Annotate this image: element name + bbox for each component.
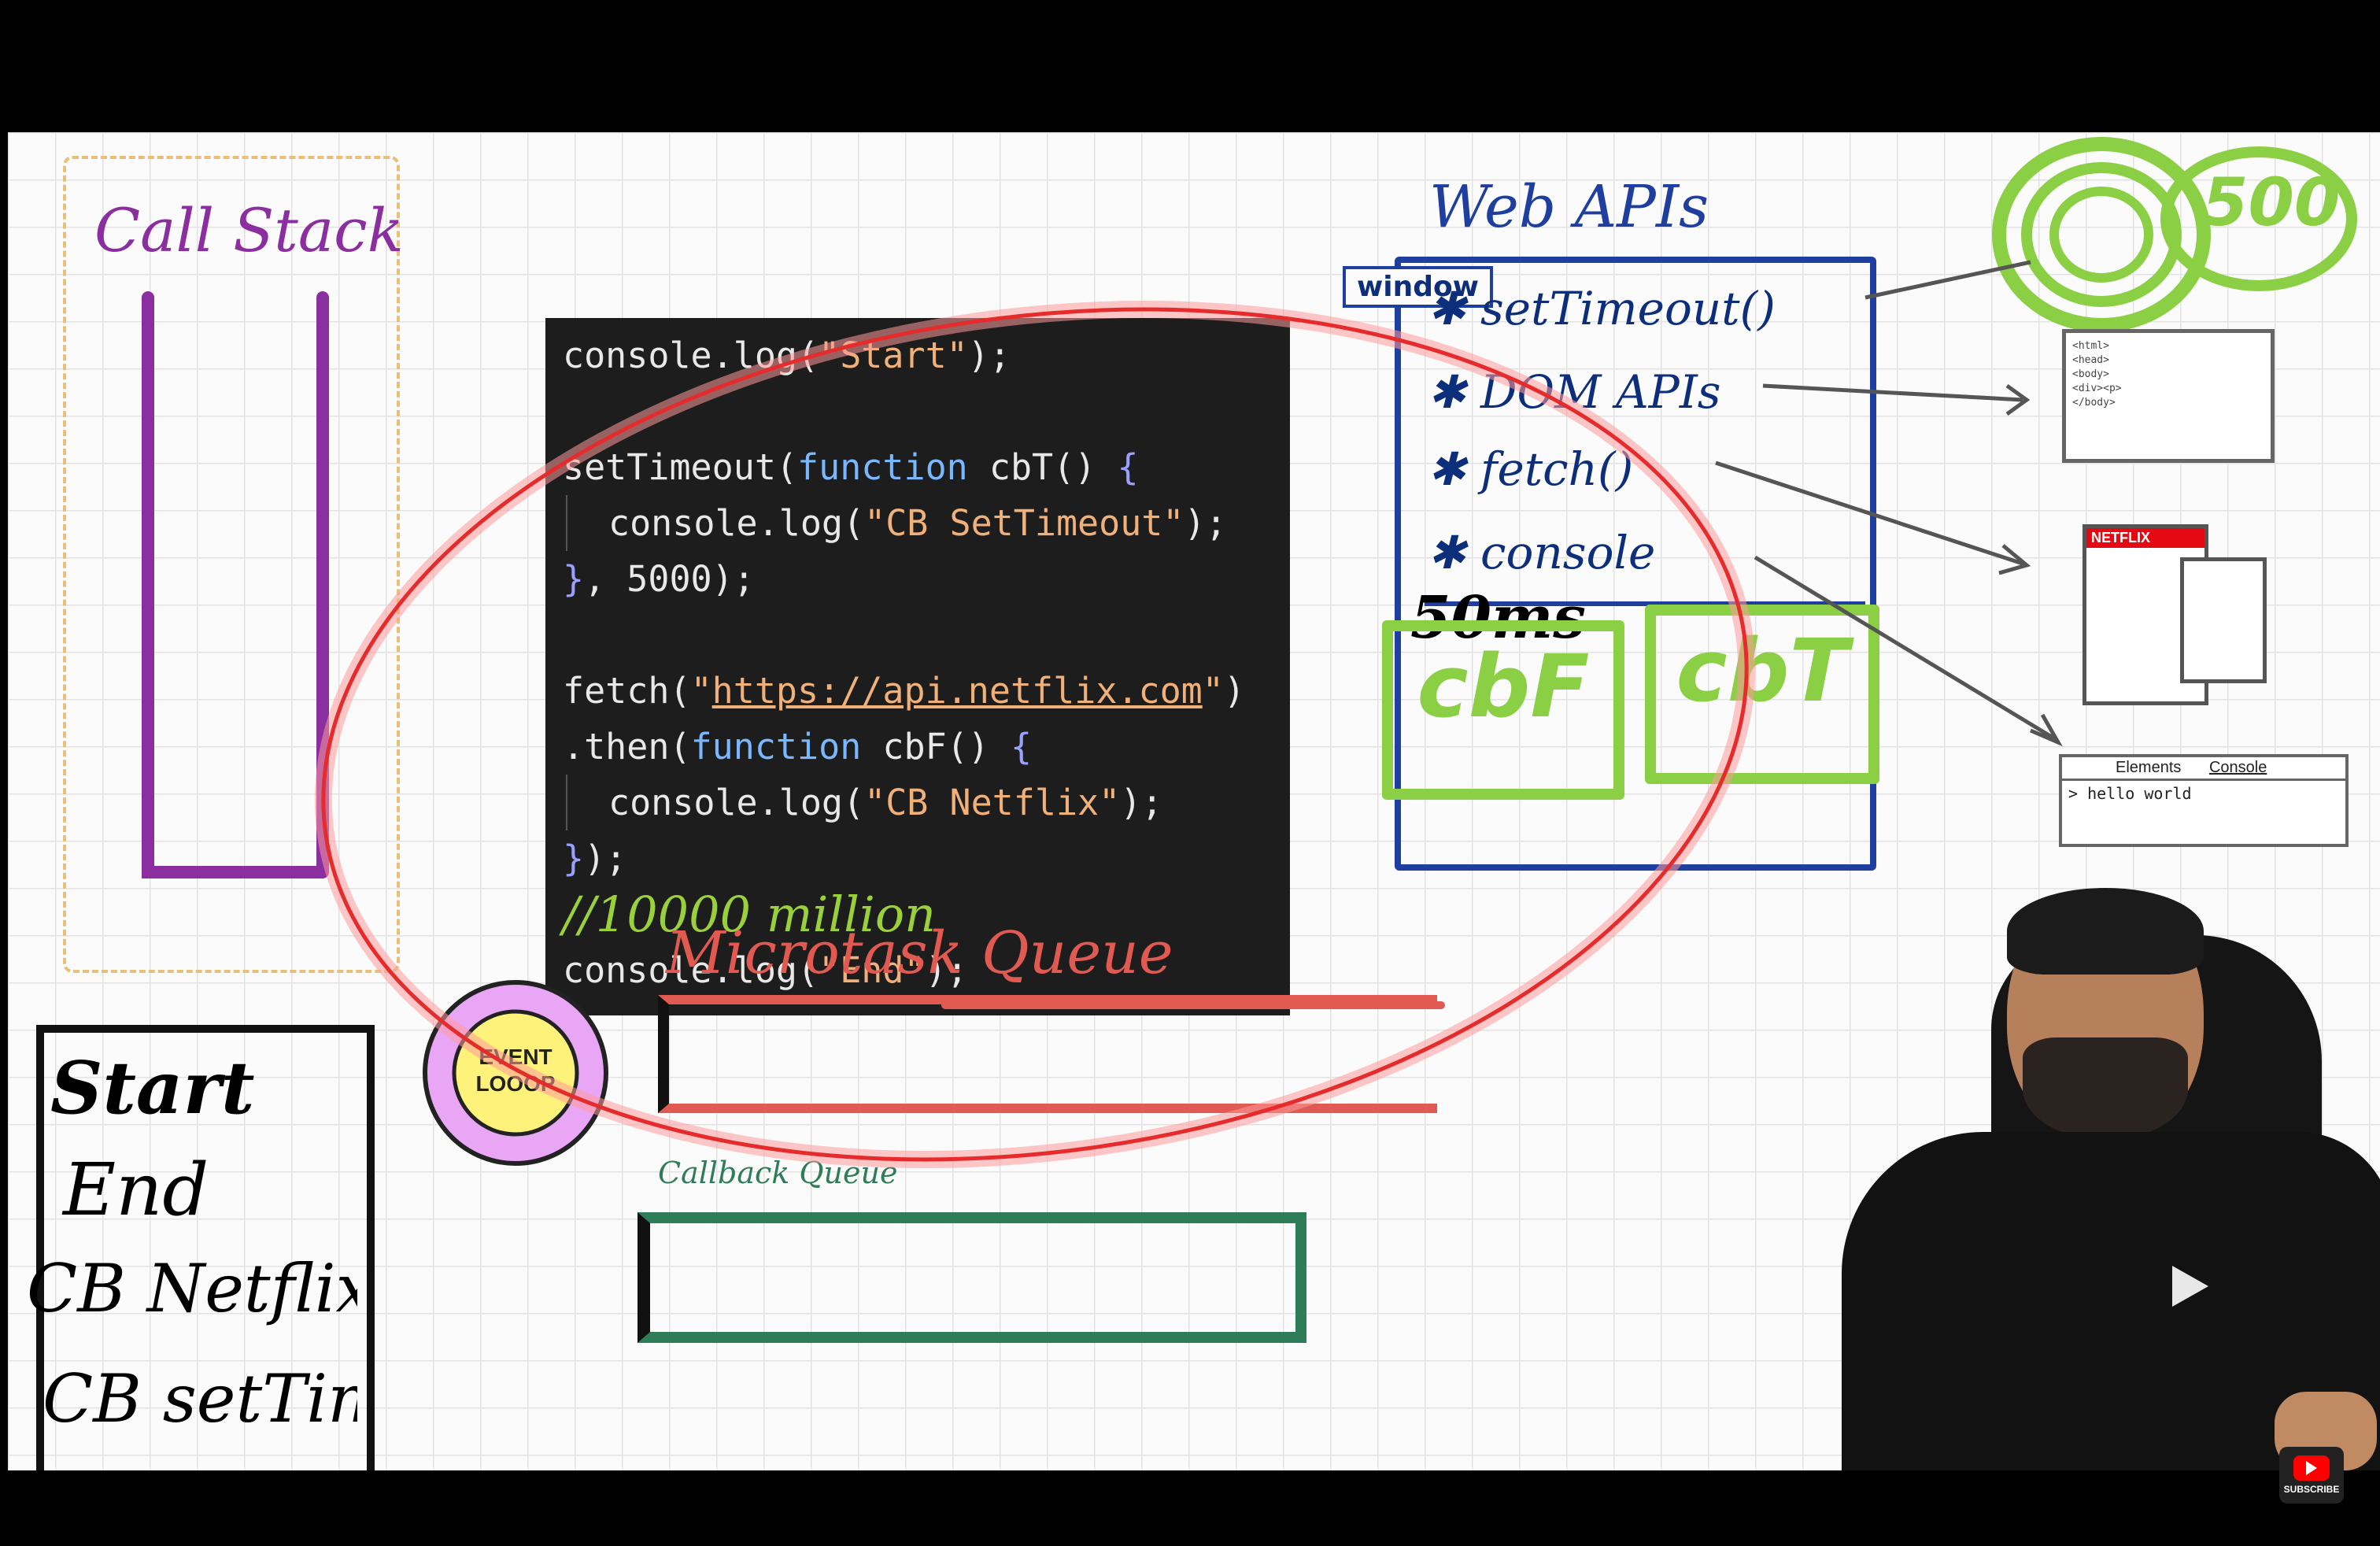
subscribe-button[interactable]: SUBSCRIBE xyxy=(2279,1447,2344,1503)
presenter-beard xyxy=(2023,1037,2188,1140)
hoodie-logo-icon xyxy=(2172,1266,2208,1307)
video-frame: Call Stack console.log("Start"); setTime… xyxy=(0,0,2380,1546)
whiteboard: Call Stack console.log("Start"); setTime… xyxy=(8,132,2380,1470)
subscribe-label: SUBSCRIBE xyxy=(2283,1484,2340,1495)
presenter-head xyxy=(2007,888,2204,1140)
youtube-play-icon xyxy=(2293,1455,2330,1481)
presenter-hair xyxy=(2007,888,2204,975)
